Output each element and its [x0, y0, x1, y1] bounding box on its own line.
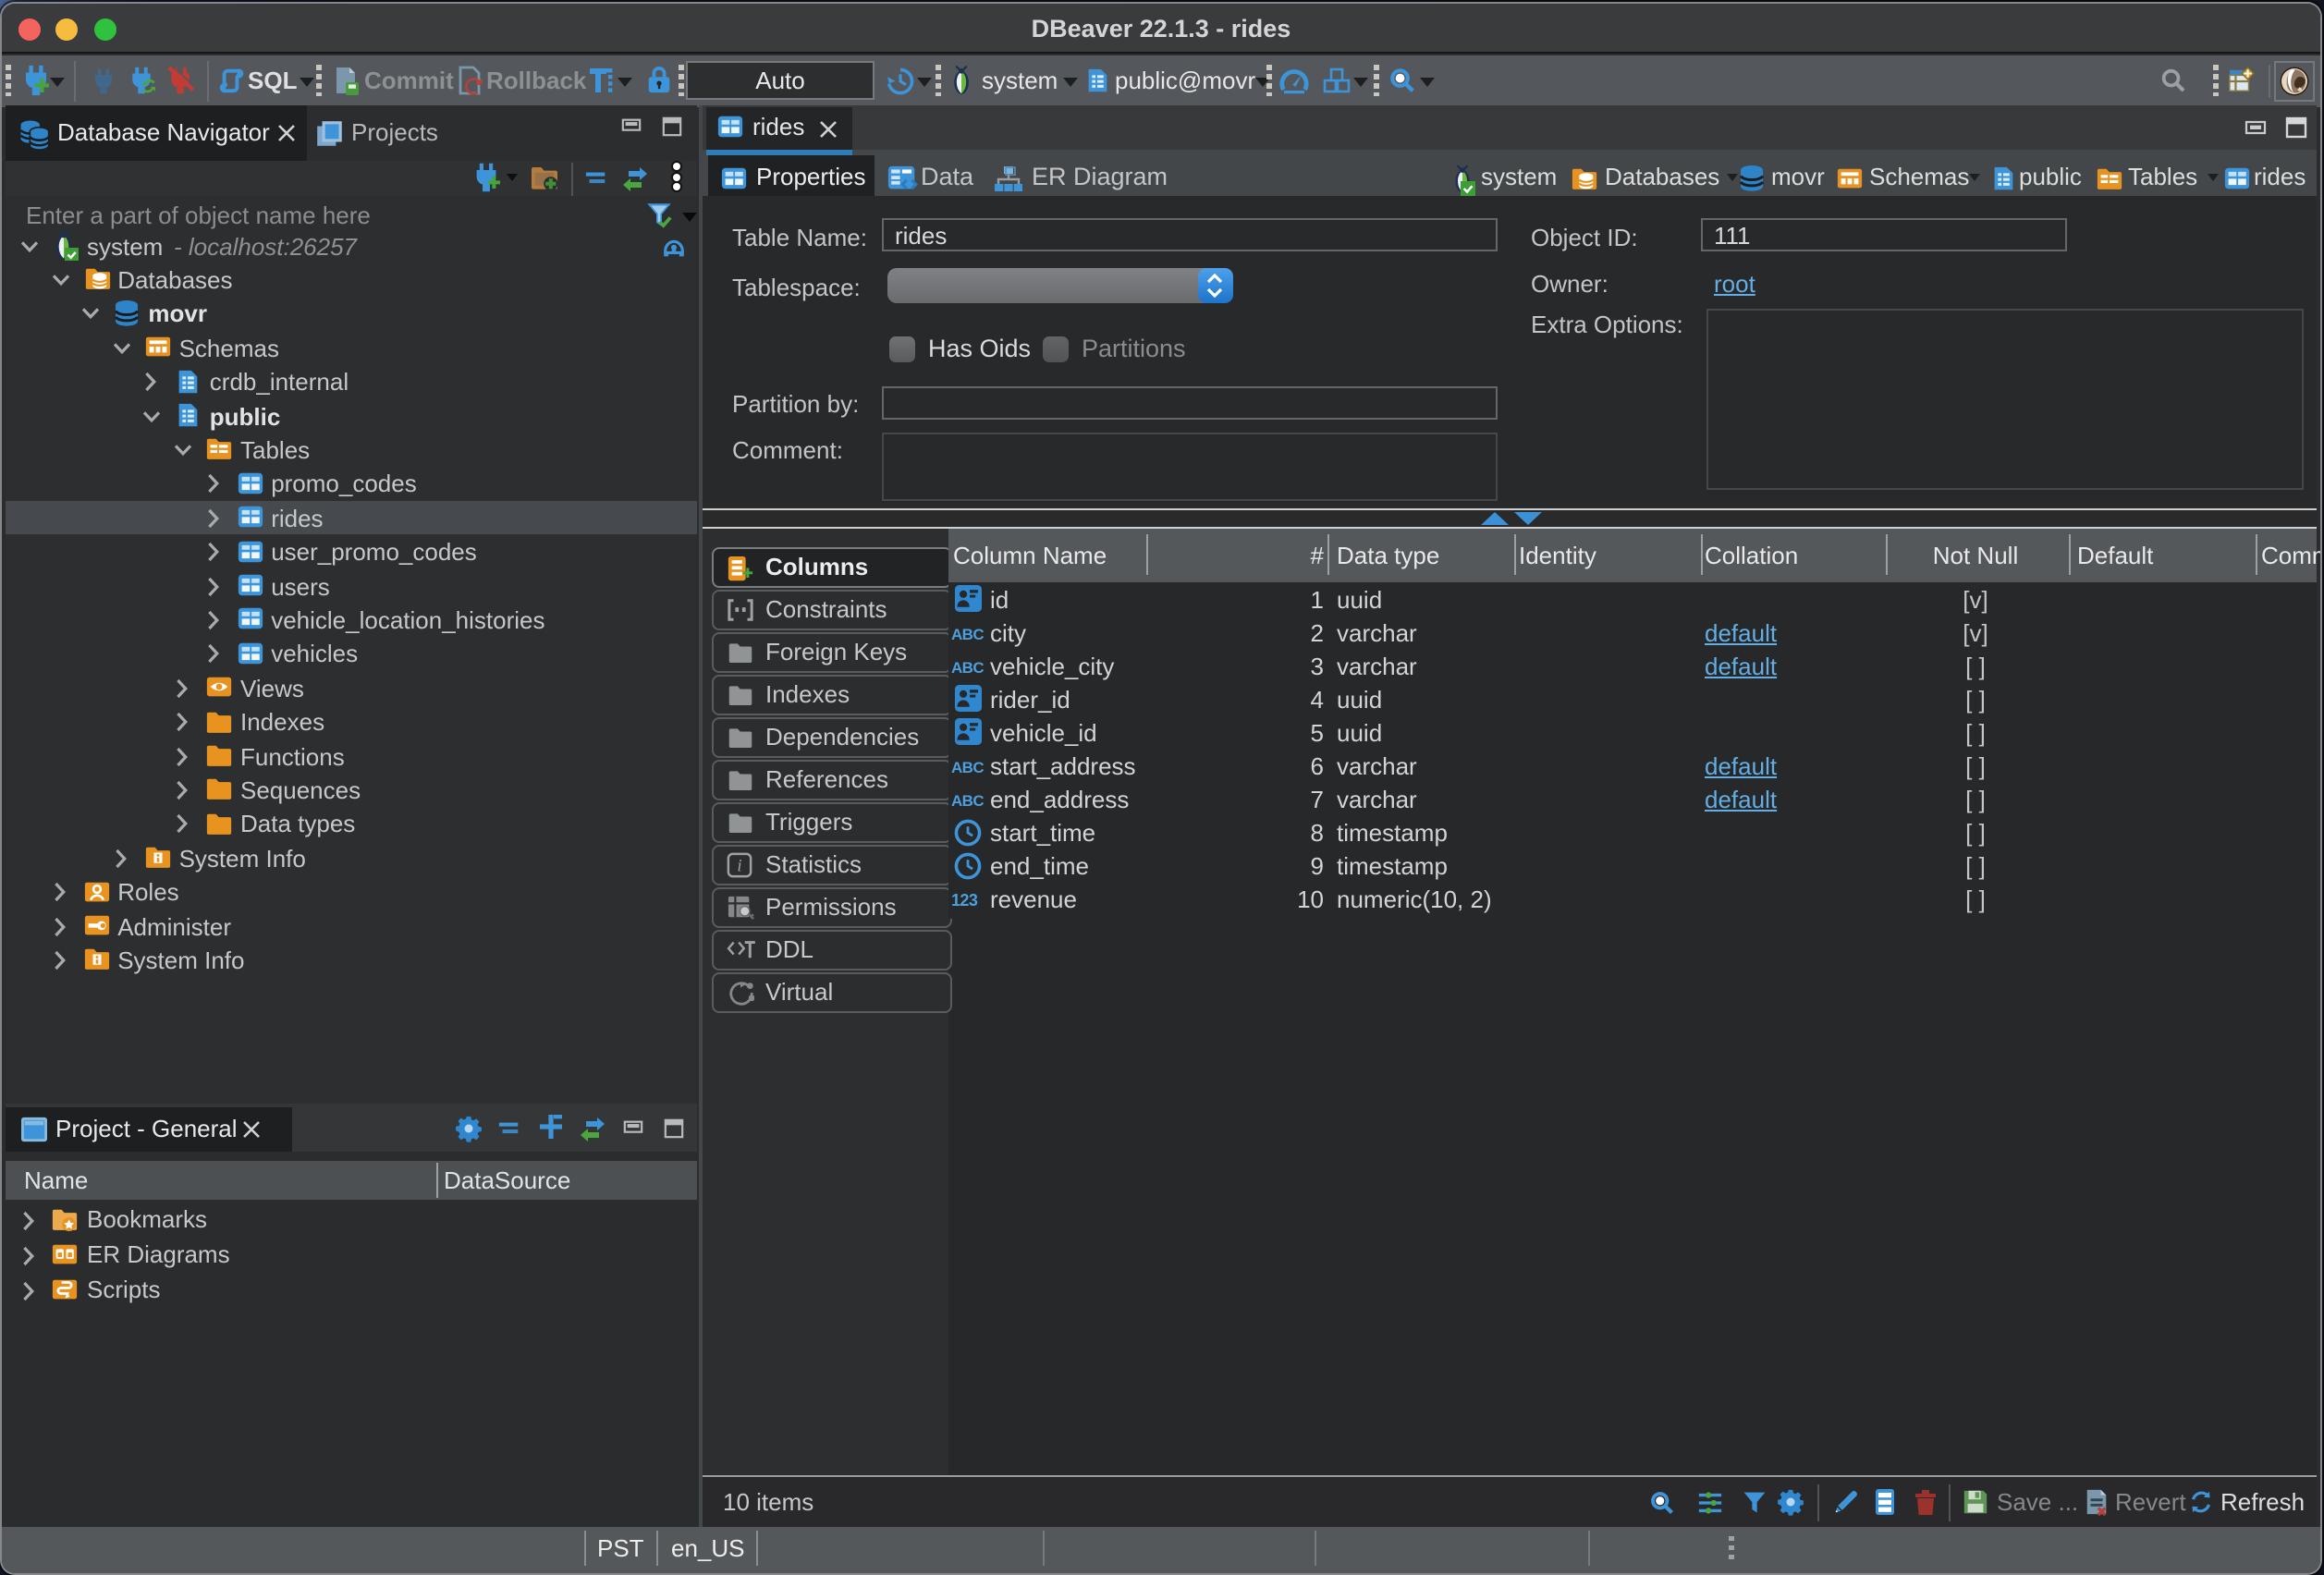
svg-text:i: i	[737, 856, 741, 875]
